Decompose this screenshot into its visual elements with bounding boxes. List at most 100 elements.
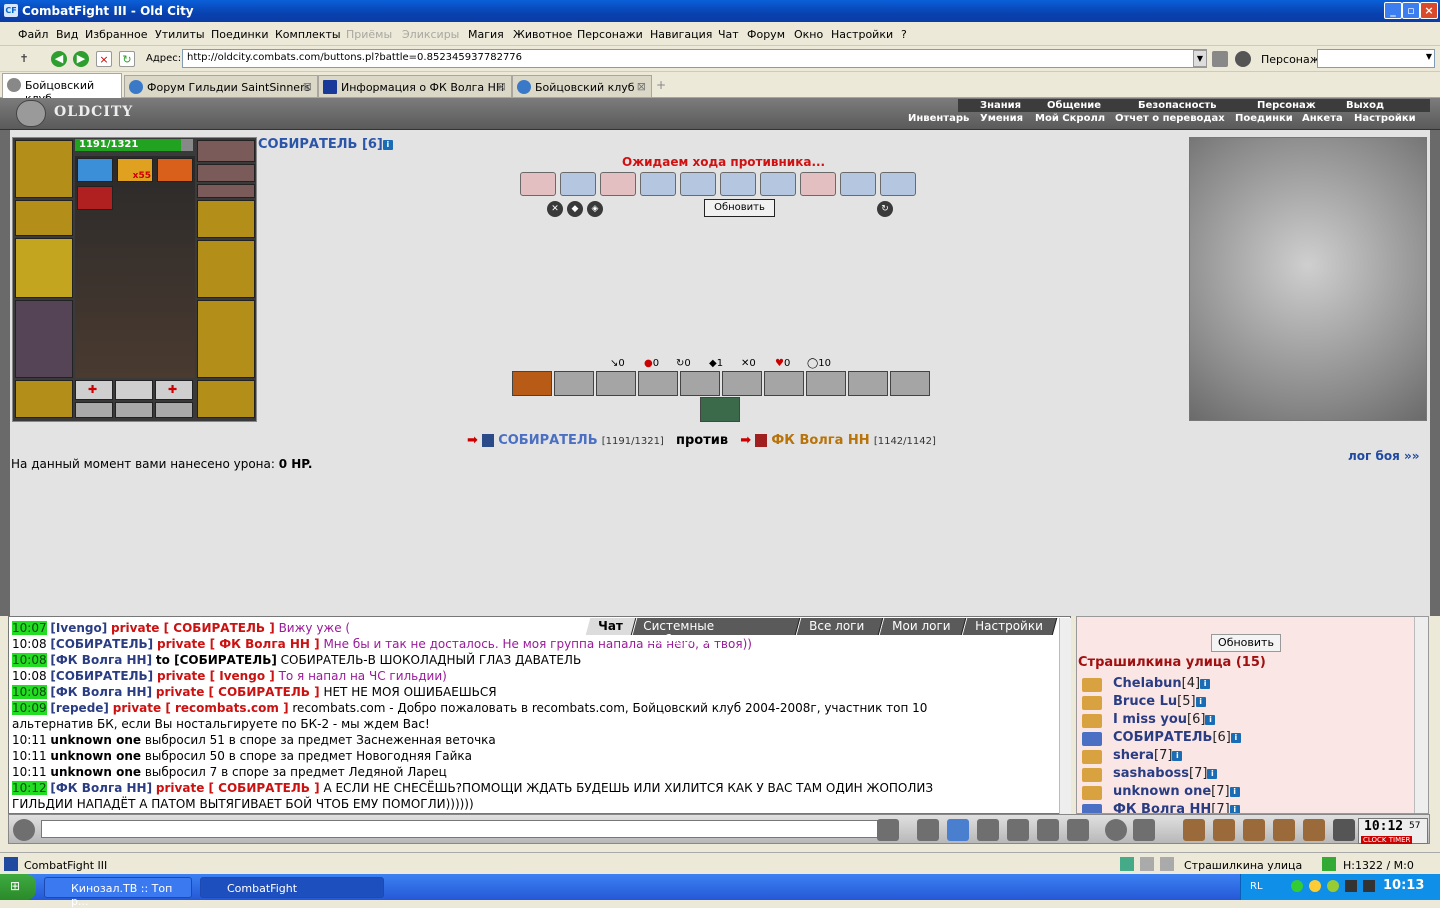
go-icon[interactable]	[1212, 51, 1228, 67]
user-status-icon[interactable]	[1082, 714, 1102, 728]
tray-icon[interactable]	[1363, 880, 1375, 892]
menu-utilities[interactable]: Утилиты	[155, 28, 205, 41]
chat-nick[interactable]: [ФК Волга НН]	[50, 781, 152, 795]
heart-scroll-icon[interactable]	[800, 172, 836, 196]
address-input[interactable]: http://oldcity.combats.com/buttons.pl?ba…	[182, 49, 1207, 68]
empty-slot[interactable]	[115, 380, 153, 400]
gold-icon[interactable]	[1213, 819, 1235, 841]
tray-icon[interactable]	[1327, 880, 1339, 892]
skill-icon[interactable]	[890, 371, 930, 396]
menu-sets[interactable]: Комплекты	[275, 28, 341, 41]
belt-slot[interactable]	[15, 380, 73, 418]
nav-security[interactable]: Безопасность	[1138, 100, 1217, 112]
menu-characters[interactable]: Персонажи	[577, 28, 643, 41]
ice-scroll-icon[interactable]	[640, 172, 676, 196]
menu-forum[interactable]: Форум	[747, 28, 785, 41]
nav-skills[interactable]: Умения	[980, 113, 1023, 125]
user-list-item[interactable]: Chelabun[4] i	[1113, 676, 1211, 691]
menu-help[interactable]: ?	[901, 28, 907, 41]
info-icon[interactable]: i	[1172, 750, 1183, 761]
chat-time[interactable]: 10:07	[12, 621, 47, 635]
close-tab-icon[interactable]: ⊠	[637, 80, 646, 93]
menu-navigation[interactable]: Навигация	[650, 28, 712, 41]
bracers-slot[interactable]	[15, 200, 73, 236]
chat-recipient[interactable]: private [ ФК Волга НН ]	[157, 637, 320, 651]
tab-fight-club[interactable]: Бойцовский клуб	[2, 73, 122, 105]
language-indicator[interactable]: RL	[1250, 881, 1263, 892]
chat-panel[interactable]: 10:07 [Ivengo] private [ СОБИРАТЕЛЬ ] Ви…	[8, 616, 1071, 814]
chat-recipient[interactable]: private [ СОБИРАТЕЛЬ ]	[156, 781, 320, 795]
close-button[interactable]: ×	[1420, 2, 1438, 19]
users-scrollbar[interactable]	[1414, 617, 1428, 813]
exit-icon[interactable]	[1333, 819, 1355, 841]
chat-recipient[interactable]: to [СОБИРАТЕЛЬ]	[156, 653, 277, 667]
tab-all-logs[interactable]: Все логи	[796, 618, 884, 635]
nav-duels[interactable]: Поединки	[1235, 113, 1293, 125]
tab-chat[interactable]: Чат	[585, 618, 637, 635]
user-name[interactable]: ФК Волга НН	[1113, 802, 1211, 813]
save-icon[interactable]	[977, 819, 999, 841]
address-dropdown[interactable]: ▼	[1193, 50, 1207, 67]
nav-profile[interactable]: Анкета	[1302, 113, 1343, 125]
menu-settings[interactable]: Настройки	[831, 28, 893, 41]
user-name[interactable]: shera	[1113, 748, 1154, 763]
chat-scrollbar[interactable]	[1059, 618, 1071, 814]
buff-icon[interactable]	[77, 158, 113, 182]
rings-slot[interactable]	[197, 184, 255, 198]
potion-slot[interactable]: ✚	[155, 380, 193, 400]
tab-fight-club-2[interactable]: Бойцовский клуб ⊠	[512, 75, 652, 97]
tab-guild-forum[interactable]: Форум Гильдии SaintSinners ⊠	[124, 75, 318, 97]
stop-icon[interactable]: ×	[96, 51, 112, 67]
user-name[interactable]: sashaboss	[1113, 766, 1189, 781]
earring-slot[interactable]	[197, 164, 255, 182]
empty-slot[interactable]	[75, 402, 113, 418]
skill-icon[interactable]	[764, 371, 804, 396]
chat-time[interactable]: 10:09	[12, 701, 47, 715]
info-icon[interactable]: i	[1207, 768, 1218, 779]
chat-recipient[interactable]: private [ СОБИРАТЕЛЬ ]	[111, 621, 275, 635]
nav-knowledge[interactable]: Знания	[980, 100, 1021, 112]
skill-poison-icon[interactable]	[700, 397, 740, 422]
chat-input[interactable]	[41, 820, 878, 838]
forward-icon[interactable]: ▶	[73, 51, 89, 67]
chat-nick[interactable]: [repede]	[50, 701, 108, 715]
user-list-item[interactable]: ФК Волга НН[7] i	[1113, 802, 1240, 813]
hands-icon[interactable]	[1273, 819, 1295, 841]
tab-volga-info[interactable]: Информация о ФК Волга НН ⊠	[318, 75, 512, 97]
reload-icon[interactable]: ↻	[119, 51, 135, 67]
info-icon[interactable]: i	[1229, 804, 1240, 813]
empty-slot[interactable]	[155, 402, 193, 418]
persona-icon[interactable]	[1235, 51, 1251, 67]
skill-icon[interactable]	[596, 371, 636, 396]
ice-scroll-icon[interactable]	[720, 172, 756, 196]
ice-scroll-icon[interactable]	[840, 172, 876, 196]
info-icon[interactable]: i	[1200, 678, 1211, 689]
leggings-slot[interactable]	[197, 300, 255, 378]
skill-fire-icon[interactable]	[512, 371, 552, 396]
chat-time[interactable]: 10:08	[12, 637, 47, 651]
chat-mode-icon[interactable]	[13, 819, 35, 841]
nav-exit[interactable]: Выход	[1346, 100, 1384, 112]
user-list-item[interactable]: СОБИРАТЕЛЬ[6] i	[1113, 730, 1241, 745]
info-icon[interactable]: i	[1230, 732, 1241, 743]
skill-icon[interactable]	[554, 371, 594, 396]
chat-recipient[interactable]: private [ recombats.com ]	[113, 701, 289, 715]
user-status-icon[interactable]	[1082, 732, 1102, 746]
user-status-icon[interactable]	[1082, 696, 1102, 710]
chat-time[interactable]: 10:11	[12, 749, 47, 763]
chat-time[interactable]: 10:08	[12, 669, 47, 683]
chat-time[interactable]: 10:08	[12, 653, 47, 667]
nav-inventory[interactable]: Инвентарь	[908, 113, 969, 125]
user-status-icon[interactable]	[1082, 786, 1102, 800]
filter-icon[interactable]	[947, 819, 969, 841]
ice-scroll-icon[interactable]	[760, 172, 796, 196]
menu-duels[interactable]: Поединки	[211, 28, 269, 41]
tray-icon[interactable]	[1291, 880, 1303, 892]
skill-icon[interactable]	[722, 371, 762, 396]
user-list-item[interactable]: unknown one[7] i	[1113, 784, 1240, 799]
info-icon[interactable]: i	[382, 139, 393, 150]
users-refresh-button[interactable]: Обновить	[1211, 634, 1281, 652]
heart-scroll-icon[interactable]	[600, 172, 636, 196]
gloves-slot[interactable]	[197, 200, 255, 238]
chat-nick[interactable]: [СОБИРАТЕЛЬ]	[50, 637, 153, 651]
